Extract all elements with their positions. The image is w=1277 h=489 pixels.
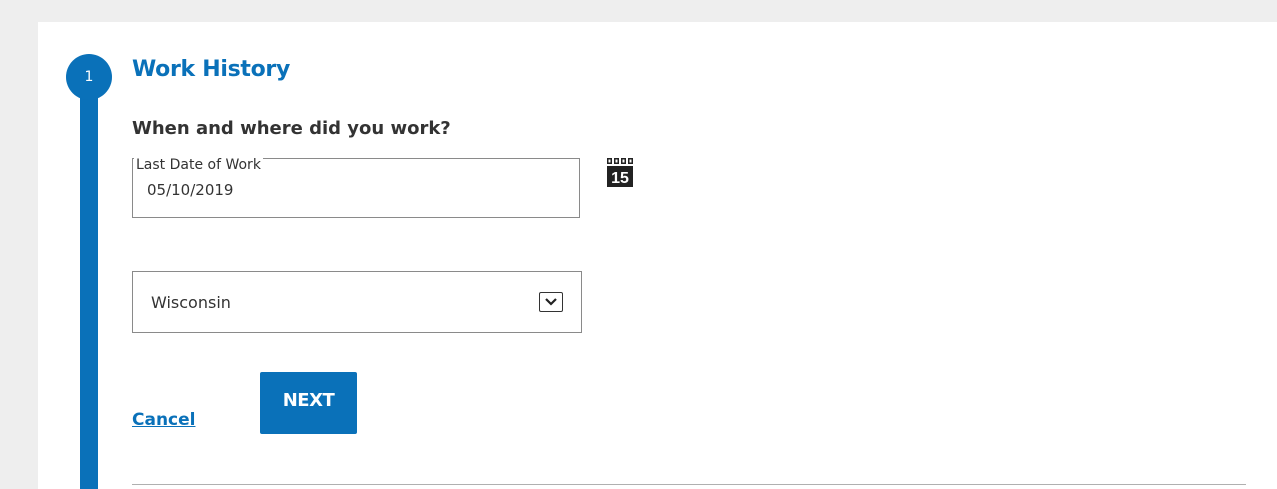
state-selected-value: Wisconsin xyxy=(151,293,231,312)
state-select[interactable]: Wisconsin xyxy=(132,271,582,333)
chevron-down-icon[interactable] xyxy=(539,292,563,312)
step-title: Work History xyxy=(132,57,291,82)
page-panel xyxy=(38,22,1277,489)
form-question: When and where did you work? xyxy=(132,118,451,139)
cancel-link[interactable]: Cancel xyxy=(132,410,195,430)
step-progress-line xyxy=(80,74,98,489)
last-date-input[interactable] xyxy=(147,181,447,199)
next-button[interactable]: NEXT xyxy=(260,372,357,434)
calendar-icon[interactable]: 15 xyxy=(606,158,636,194)
last-date-field[interactable]: Last Date of Work xyxy=(132,157,580,218)
calendar-day-text: 15 xyxy=(611,170,629,187)
step-number-badge: 1 xyxy=(66,54,112,100)
section-divider xyxy=(132,484,1246,485)
last-date-label: Last Date of Work xyxy=(134,157,263,173)
